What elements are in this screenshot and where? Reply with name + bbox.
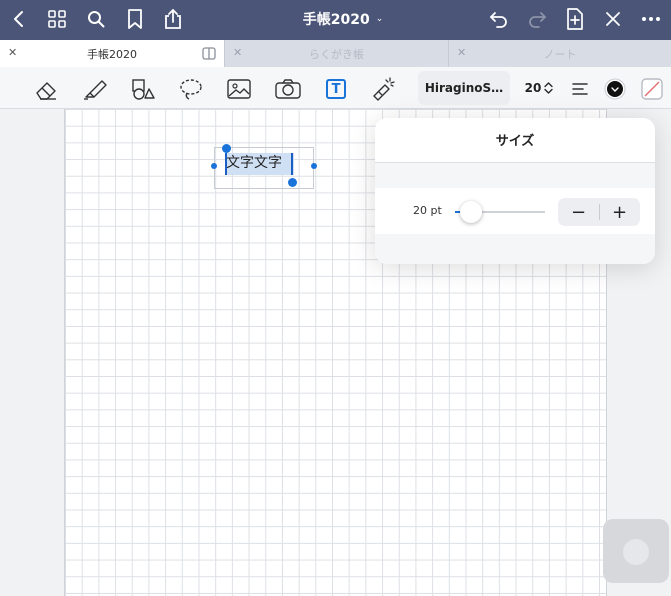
increase-size-button[interactable]: + <box>599 198 640 226</box>
tab-label: らくがき帳 <box>309 47 364 61</box>
grid-icon[interactable] <box>42 4 72 34</box>
text-tool-glyph: T <box>331 81 341 97</box>
minus-icon: − <box>570 201 587 223</box>
undo-icon[interactable] <box>484 4 514 34</box>
more-icon[interactable] <box>636 4 666 34</box>
shapes-icon[interactable] <box>129 75 157 103</box>
close-icon[interactable]: ✕ <box>233 46 242 59</box>
size-popover: サイズ 20 pt − + <box>375 118 655 264</box>
background-color-icon[interactable] <box>638 75 666 103</box>
resize-handle-right[interactable] <box>311 163 317 169</box>
text-tool-icon[interactable]: T <box>326 79 346 99</box>
add-page-icon[interactable] <box>560 4 590 34</box>
close-icon[interactable]: ✕ <box>8 46 17 59</box>
font-family-button[interactable]: HiraginoS… <box>418 71 510 105</box>
search-icon[interactable] <box>81 4 111 34</box>
font-size-button[interactable]: 20 <box>518 71 560 105</box>
resize-handle-left[interactable] <box>211 163 217 169</box>
tab-label: ノート <box>543 47 577 61</box>
document-title-text: 手帳2020 <box>302 12 370 28</box>
back-chevron-icon[interactable] <box>4 4 34 34</box>
highlighter-icon[interactable] <box>81 75 109 103</box>
zoom-indicator-icon <box>623 539 649 565</box>
popover-title: サイズ <box>495 134 535 149</box>
laser-pointer-icon[interactable] <box>369 75 397 103</box>
selection-start-caret[interactable] <box>225 153 227 175</box>
plus-icon: + <box>611 201 628 223</box>
close-icon[interactable]: ✕ <box>457 46 466 59</box>
redo-icon[interactable] <box>522 4 552 34</box>
tab-note[interactable]: ✕ ノート <box>448 40 671 67</box>
tab-rakugakicho[interactable]: ✕ らくがき帳 <box>224 40 448 67</box>
size-value-label: 20 pt <box>413 204 442 217</box>
tab-label: 手帳2020 <box>87 47 137 61</box>
color-picker-black[interactable] <box>601 75 629 103</box>
selection-end-handle[interactable] <box>288 178 297 187</box>
camera-icon[interactable] <box>274 75 302 103</box>
lasso-icon[interactable] <box>177 75 205 103</box>
goodnotes-app: 手帳2020 ⌄ ✕ 手帳2020 ✕ らくがき帳 ✕ ノート T Hiragi… <box>0 0 671 596</box>
selection-end-caret[interactable] <box>291 153 293 175</box>
bookmark-icon[interactable] <box>120 4 150 34</box>
image-icon[interactable] <box>225 75 253 103</box>
tab-techou2020[interactable]: ✕ 手帳2020 <box>0 40 224 67</box>
split-view-icon[interactable] <box>202 47 216 63</box>
chevron-up-down-icon <box>544 82 553 94</box>
share-icon[interactable] <box>158 4 188 34</box>
font-family-label: HiraginoS… <box>424 81 504 95</box>
decrease-size-button[interactable]: − <box>558 198 599 226</box>
text-box-content[interactable]: 文字文字 <box>226 152 282 172</box>
top-navigation-bar: 手帳2020 ⌄ <box>0 0 671 40</box>
chevron-down-icon: ⌄ <box>375 14 384 24</box>
eraser-icon[interactable] <box>33 75 61 103</box>
selection-start-handle[interactable] <box>222 144 231 153</box>
document-title[interactable]: 手帳2020 ⌄ <box>270 8 416 30</box>
size-stepper: − + <box>558 198 640 226</box>
floating-zoom-widget[interactable] <box>603 519 669 583</box>
tab-strip: ✕ 手帳2020 ✕ らくがき帳 ✕ ノート <box>0 40 671 67</box>
font-size-label: 20 <box>524 81 542 95</box>
text-align-icon[interactable] <box>566 75 594 103</box>
pen-off-icon[interactable] <box>598 4 628 34</box>
